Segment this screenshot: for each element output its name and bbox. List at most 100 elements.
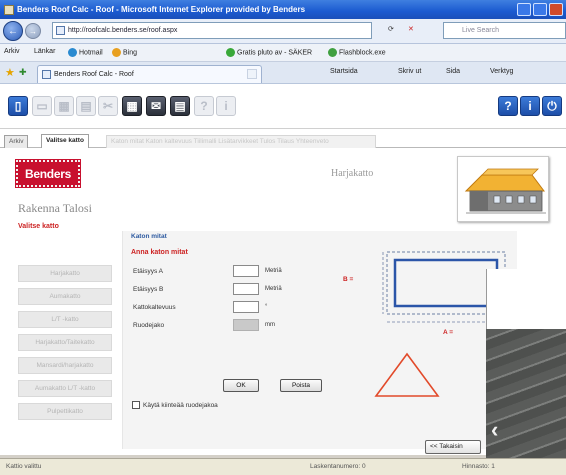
- app-toolbar: ▯ ▭ ▦ ▤ ✂ ▦ ✉ ▤ ? i ? i ⏻: [0, 84, 566, 129]
- links-item-2[interactable]: Hotmail: [68, 48, 103, 57]
- links-item-1[interactable]: Länkar: [34, 48, 55, 55]
- photo-prev-arrow-icon[interactable]: ‹: [491, 417, 498, 443]
- batten-spacing-input: [233, 319, 259, 331]
- info-button[interactable]: i: [520, 96, 540, 116]
- status-right: Hinnasto: 1: [462, 463, 495, 470]
- shingle-texture: [486, 329, 566, 475]
- favorites-star-icon[interactable]: ★: [5, 66, 15, 79]
- print-button[interactable]: ▤: [170, 96, 190, 116]
- checkbox-box[interactable]: [132, 401, 140, 409]
- links-item-3[interactable]: Bing: [112, 48, 137, 57]
- links-item-0[interactable]: Arkiv: [4, 48, 20, 55]
- dimension-a-label: A =: [443, 329, 454, 336]
- sidebar-item-aumakatto[interactable]: Aumakatto: [18, 288, 112, 305]
- links-item-4[interactable]: Gratis pluto av - SÄKER: [226, 48, 312, 57]
- label-distance-b: Etäisyys B: [133, 286, 164, 293]
- status-left: Kattio valittu: [6, 463, 42, 470]
- pluto-icon: [226, 48, 235, 57]
- sidebar: Benders Rakenna Talosi Valitse katto Har…: [0, 148, 122, 455]
- sidebar-item-lt-katto[interactable]: L/T -katto: [18, 311, 112, 328]
- forward-button[interactable]: →: [25, 23, 41, 39]
- links-item-5[interactable]: Flashblock.exe: [328, 48, 386, 57]
- tab-page-icon: [42, 70, 51, 79]
- sidebar-item-pulpetti[interactable]: Pulpettikatto: [18, 403, 112, 420]
- app-tabs: Arkiv Valitse katto Katon mitat Katon ka…: [0, 129, 566, 148]
- help-button[interactable]: ?: [498, 96, 518, 116]
- home-command[interactable]: Startsida: [330, 68, 358, 75]
- tools-command[interactable]: Verktyg: [490, 68, 513, 75]
- printer-icon: ▤: [174, 99, 186, 113]
- sidebar-item-auma-lt[interactable]: Aumakatto L/T -katto: [18, 380, 112, 397]
- roof-tile-photo: ‹: [486, 269, 566, 475]
- cut-button[interactable]: ✂: [98, 96, 118, 116]
- print-command[interactable]: Skriv ut: [398, 68, 421, 75]
- url-text: http://roofcalc.benders.se/roof.aspx: [68, 27, 178, 34]
- stop-icon[interactable]: ✕: [408, 25, 414, 33]
- tab-valitse-katto[interactable]: Valitse katto: [41, 134, 89, 148]
- sidebar-subtitle: Rakenna Talosi: [18, 201, 92, 215]
- page-command[interactable]: Sida: [446, 68, 460, 75]
- ie-tab-active[interactable]: Benders Roof Calc - Roof: [37, 65, 262, 83]
- close-button[interactable]: [549, 3, 563, 16]
- bing-icon: [112, 48, 121, 57]
- exit-button[interactable]: ⏻: [542, 96, 562, 116]
- reset-button[interactable]: Poista: [280, 379, 322, 392]
- add-favorite-icon[interactable]: ✚: [19, 67, 27, 78]
- ok-button[interactable]: OK: [223, 379, 259, 392]
- new-document-button[interactable]: ▯: [8, 96, 28, 116]
- unit-distance-a: Metriä: [265, 268, 282, 274]
- window-title: Benders Roof Calc - Roof - Microsoft Int…: [17, 5, 306, 14]
- search-placeholder: Live Search: [462, 27, 499, 34]
- mail-button[interactable]: ✉: [146, 96, 166, 116]
- back-icon: ←: [8, 25, 18, 37]
- distance-b-input[interactable]: [233, 283, 259, 295]
- info-grey-button[interactable]: i: [216, 96, 236, 116]
- sidebar-active-label: Valitse katto: [18, 223, 59, 230]
- back-button[interactable]: ←: [3, 21, 23, 41]
- tab-arkiv[interactable]: Arkiv: [4, 135, 29, 148]
- ie-icon: [4, 4, 14, 15]
- label-distance-a: Etäisyys A: [133, 268, 163, 275]
- photo-blank-area: [486, 269, 566, 329]
- status-center: Laskentanumero: 0: [310, 463, 366, 470]
- grid-icon: ▦: [126, 99, 138, 113]
- forward-icon: →: [29, 26, 37, 36]
- url-input[interactable]: http://roofcalc.benders.se/roof.aspx: [52, 22, 372, 39]
- window-titlebar: Benders Roof Calc - Roof - Microsoft Int…: [0, 0, 566, 19]
- label-batten-spacing: Ruodejako: [133, 322, 165, 329]
- info-icon: i: [528, 99, 532, 113]
- copy-icon: ▤: [80, 99, 92, 113]
- back-step-button[interactable]: << Takaisin: [425, 440, 481, 454]
- grid-button[interactable]: ▦: [122, 96, 142, 116]
- links-item-2-label: Hotmail: [79, 49, 103, 57]
- address-bar: ← → http://roofcalc.benders.se/roof.aspx…: [0, 19, 566, 44]
- help-grey-button[interactable]: ?: [194, 96, 214, 116]
- section-title: Katon mitat: [131, 233, 167, 240]
- help-grey-icon: ?: [200, 99, 208, 113]
- sidebar-item-mansardi[interactable]: Mansardi/harjakatto: [18, 357, 112, 374]
- minimize-button[interactable]: [517, 3, 531, 16]
- links-item-3-label: Bing: [123, 49, 138, 57]
- house-illustration: [464, 168, 546, 214]
- roof-type-title: Harjakatto: [331, 168, 374, 179]
- roof-slope-input[interactable]: [233, 301, 259, 313]
- main-content: Benders Rakenna Talosi Valitse katto Har…: [0, 148, 566, 455]
- open-button[interactable]: ▭: [32, 96, 52, 116]
- save-button[interactable]: ▦: [54, 96, 74, 116]
- sidebar-item-harjakatto[interactable]: Harjakatto: [18, 265, 112, 282]
- unit-roof-slope: °: [265, 304, 268, 310]
- links-item-4-label: Gratis pluto av - SÄKER: [237, 49, 313, 57]
- sidebar-item-harja-taite[interactable]: Harjakatto/Taitekatto: [18, 334, 112, 351]
- search-input[interactable]: Live Search: [443, 22, 566, 39]
- fixed-batten-checkbox[interactable]: Käytä kiinteää ruodejakoa: [132, 401, 218, 409]
- unit-distance-b: Metriä: [265, 286, 282, 292]
- maximize-button[interactable]: [533, 3, 547, 16]
- refresh-icon[interactable]: ⟳: [388, 25, 394, 33]
- new-tab-button[interactable]: [247, 69, 257, 79]
- copy-button[interactable]: ▤: [76, 96, 96, 116]
- roof-slope-triangle: [374, 352, 440, 397]
- label-roof-slope: Kattokaltevuus: [133, 304, 176, 311]
- distance-a-input[interactable]: [233, 265, 259, 277]
- save-icon: ▦: [58, 99, 70, 113]
- benders-logo: Benders: [15, 159, 81, 188]
